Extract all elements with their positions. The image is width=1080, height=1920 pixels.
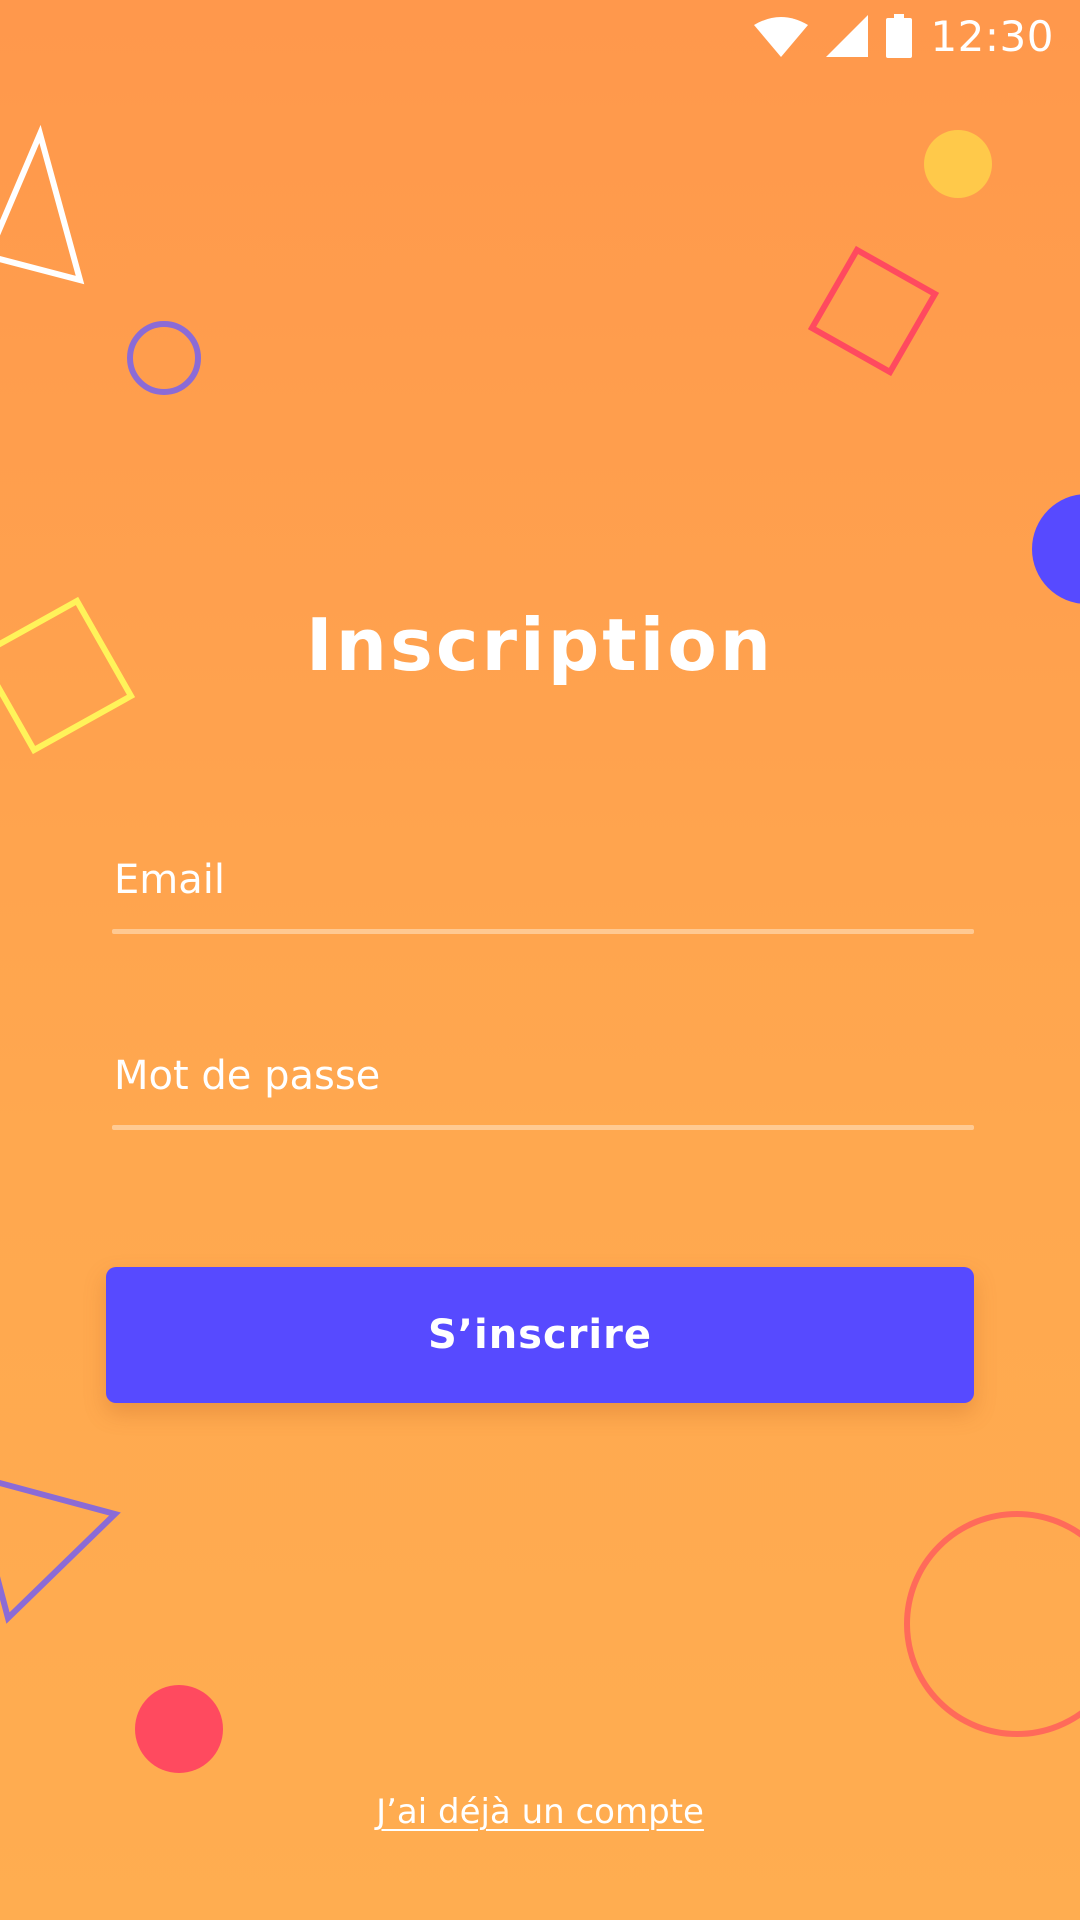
login-link[interactable]: J’ai déjà un compte bbox=[376, 1792, 704, 1832]
deco-circle-blue bbox=[1032, 494, 1080, 604]
battery-icon bbox=[886, 14, 913, 58]
email-underline bbox=[112, 929, 974, 934]
wifi-icon bbox=[754, 15, 809, 57]
login-link-container: J’ai déjà un compte bbox=[0, 1792, 1080, 1832]
page-title: Inscription bbox=[305, 603, 775, 687]
deco-circle-red bbox=[135, 1685, 223, 1773]
email-field-container bbox=[112, 836, 974, 934]
decorative-shapes bbox=[0, 124, 1080, 1773]
email-input[interactable] bbox=[112, 836, 974, 924]
status-bar: 12:30 bbox=[754, 0, 1080, 72]
deco-ring-coral bbox=[904, 1511, 1080, 1737]
password-field-container bbox=[112, 1032, 974, 1130]
status-time: 12:30 bbox=[930, 11, 1054, 61]
deco-triangle-white bbox=[0, 124, 85, 285]
deco-square-red bbox=[807, 245, 940, 377]
password-input[interactable] bbox=[112, 1032, 974, 1120]
deco-triangle-purple bbox=[0, 1479, 121, 1624]
deco-circle-gold bbox=[924, 130, 992, 198]
deco-ring-purple bbox=[127, 321, 201, 395]
signup-button[interactable]: S’inscrire bbox=[106, 1267, 974, 1403]
signal-icon bbox=[826, 15, 869, 57]
password-underline bbox=[112, 1125, 974, 1130]
signup-screen: 12:30 Inscription S’inscrire J’ai déjà u… bbox=[0, 0, 1080, 1920]
